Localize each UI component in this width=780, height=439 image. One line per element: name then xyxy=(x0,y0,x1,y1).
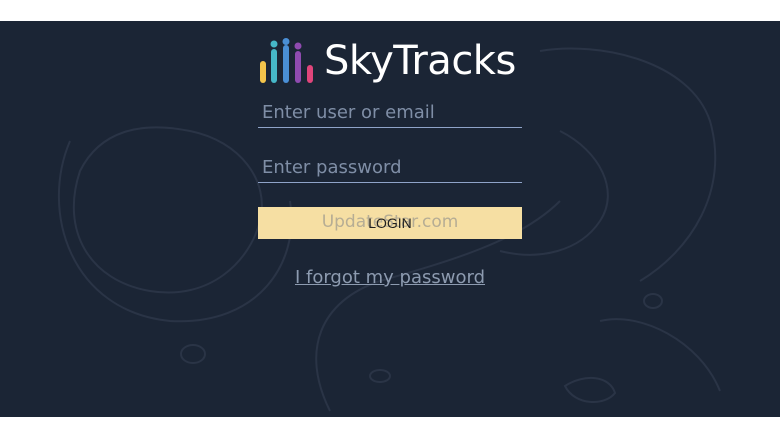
skytracks-logo: SkyTracks xyxy=(258,38,516,84)
brand-name: SkyTracks xyxy=(324,38,516,84)
user-email-input[interactable] xyxy=(258,98,522,128)
password-input[interactable] xyxy=(258,153,522,183)
forgot-password-link[interactable]: I forgot my password xyxy=(258,267,522,288)
bar-chart-people-logo-icon xyxy=(260,38,313,83)
login-button[interactable]: UpdateStar.com LOGIN xyxy=(258,207,522,239)
login-button-label: LOGIN xyxy=(368,215,412,231)
window-frame: SkyTracks UpdateStar.com LOGIN I forgot … xyxy=(0,0,780,439)
login-panel: SkyTracks UpdateStar.com LOGIN I forgot … xyxy=(0,21,780,417)
